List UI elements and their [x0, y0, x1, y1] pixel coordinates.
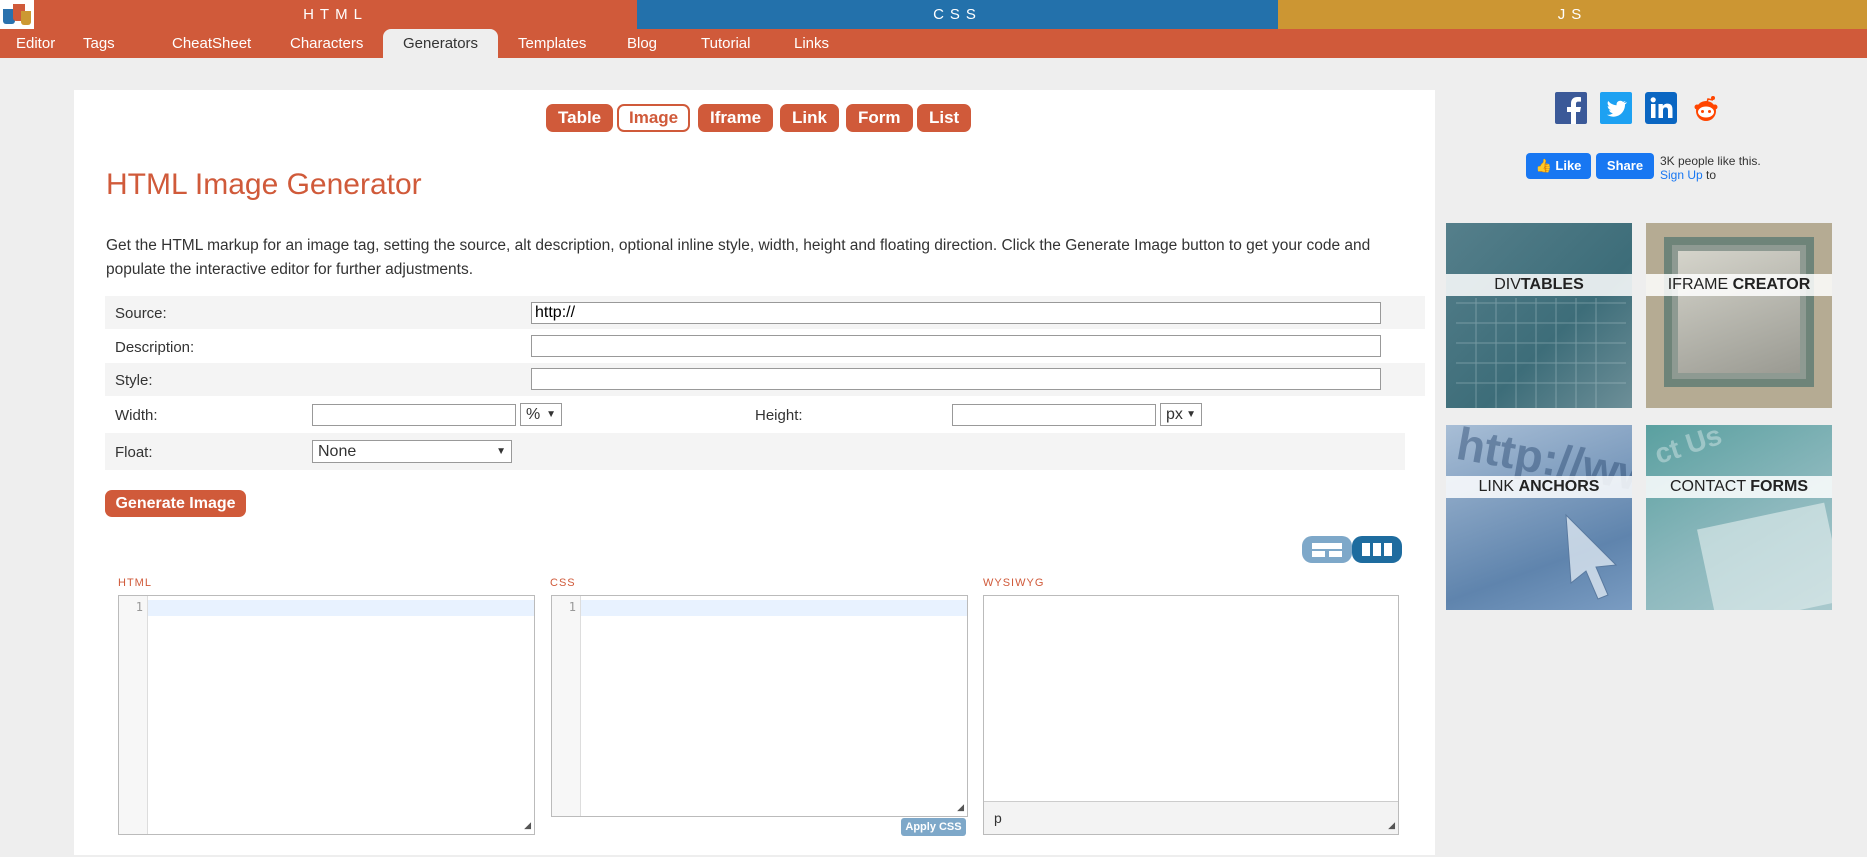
layout-rows-button[interactable] [1302, 536, 1352, 563]
source-label: Source: [115, 305, 167, 322]
tile-link-anchors[interactable]: http://ww LINK ANCHORS [1446, 425, 1632, 610]
tile-label: LINK ANCHORS [1446, 476, 1632, 498]
resize-handle-icon[interactable]: ◢ [1388, 820, 1395, 831]
nav-tutorial[interactable]: Tutorial [701, 29, 750, 58]
sign-up-link[interactable]: Sign Up [1660, 168, 1703, 182]
facebook-icon[interactable] [1555, 92, 1587, 124]
width-unit-select[interactable]: % ▼ [520, 403, 562, 426]
reddit-icon[interactable] [1690, 92, 1722, 124]
float-row: Float: [105, 433, 1405, 470]
apply-css-button[interactable]: Apply CSS [901, 818, 966, 836]
css-pane-label: CSS [550, 577, 576, 589]
css-section-link[interactable]: CSS [637, 0, 1278, 29]
description-label: Description: [115, 339, 195, 356]
gen-tab-image[interactable]: Image [617, 104, 691, 132]
facebook-like-button[interactable]: 👍 Like [1526, 153, 1591, 179]
html-pane-label: HTML [118, 577, 152, 589]
html-editor[interactable]: 1 ◢ [118, 595, 535, 835]
tile-div-tables[interactable]: DIVTABLES [1446, 223, 1632, 408]
tile-contact-forms[interactable]: ct Us CONTACT FORMS [1646, 425, 1832, 610]
nav-links[interactable]: Links [794, 29, 829, 58]
facebook-share-button[interactable]: Share [1596, 153, 1654, 179]
resize-handle-icon[interactable]: ◢ [524, 820, 531, 831]
height-input[interactable] [952, 404, 1156, 426]
nav-generators[interactable]: Generators [383, 29, 499, 58]
nav-cheatsheet[interactable]: CheatSheet [172, 29, 251, 58]
line-number: 1 [568, 600, 576, 614]
js-section-link[interactable]: JS [1278, 0, 1867, 29]
wysiwyg-status-bar: p [984, 801, 1398, 834]
generator-tabs: Table Image Iframe Link Form List [74, 104, 1435, 132]
nav-blog[interactable]: Blog [627, 29, 657, 58]
height-unit-select[interactable]: px ▼ [1160, 403, 1202, 426]
gen-tab-table[interactable]: Table [546, 104, 614, 132]
page-description: Get the HTML markup for an image tag, se… [106, 237, 1371, 278]
page-title: HTML Image Generator [106, 168, 422, 201]
height-label: Height: [755, 407, 803, 424]
description-input[interactable] [531, 335, 1381, 357]
line-number: 1 [135, 600, 143, 614]
gen-tab-list[interactable]: List [917, 104, 972, 132]
float-select[interactable]: None ▼ [312, 440, 512, 463]
gen-tab-form[interactable]: Form [846, 104, 913, 132]
css-editor[interactable]: 1 ◢ [551, 595, 968, 817]
layout-columns-button[interactable] [1352, 536, 1402, 563]
facebook-like-text: 3K people like this. Sign Up to [1660, 154, 1761, 182]
wysiwyg-editor[interactable]: p ◢ [983, 595, 1399, 835]
top-strip: HTML CSS JS [0, 0, 1867, 29]
tile-label: CONTACT FORMS [1646, 476, 1832, 498]
source-input[interactable] [531, 302, 1381, 324]
html-section-link[interactable]: HTML [34, 0, 637, 29]
tile-label: DIVTABLES [1446, 274, 1632, 296]
tile-iframe-creator[interactable]: IFRAME CREATOR [1646, 223, 1832, 408]
style-input[interactable] [531, 368, 1381, 390]
float-label: Float: [115, 444, 153, 461]
gen-tab-iframe[interactable]: Iframe [698, 104, 774, 132]
nav-tags[interactable]: Tags [83, 29, 115, 58]
twitter-icon[interactable] [1600, 92, 1632, 124]
gen-tab-link[interactable]: Link [780, 104, 839, 132]
linkedin-icon[interactable] [1645, 92, 1677, 124]
nav-templates[interactable]: Templates [518, 29, 586, 58]
resize-handle-icon[interactable]: ◢ [957, 802, 964, 813]
main-panel: Table Image Iframe Link Form List HTML I… [74, 90, 1435, 855]
width-label: Width: [115, 407, 158, 424]
nav-characters[interactable]: Characters [290, 29, 363, 58]
dimensions-row: Width: Height: [105, 398, 1425, 431]
main-nav: Editor Tags CheatSheet Characters Genera… [0, 29, 1867, 58]
site-logo[interactable] [0, 0, 34, 29]
wysiwyg-pane-label: WYSIWYG [983, 577, 1045, 589]
style-label: Style: [115, 372, 153, 389]
generate-image-button[interactable]: Generate Image [105, 490, 246, 517]
nav-editor[interactable]: Editor [16, 29, 55, 58]
tile-label: IFRAME CREATOR [1646, 274, 1832, 296]
width-input[interactable] [312, 404, 516, 426]
